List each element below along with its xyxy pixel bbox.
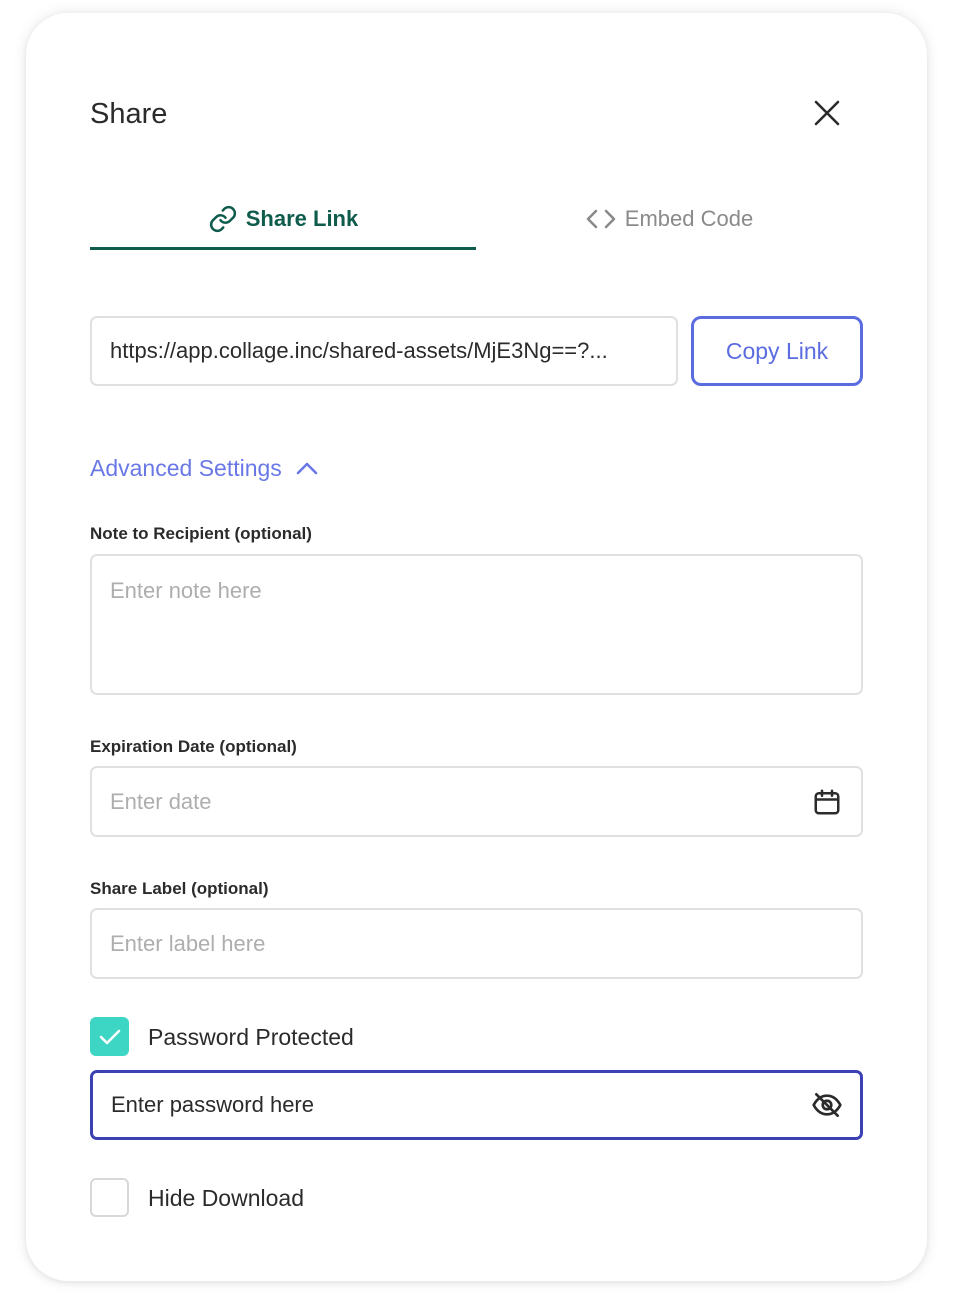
chevron-up-icon <box>296 462 318 475</box>
advanced-settings-toggle[interactable]: Advanced Settings <box>90 450 318 486</box>
share-label-field[interactable]: Enter label here <box>90 908 863 979</box>
calendar-icon <box>814 789 840 814</box>
password-protected-label: Password Protected <box>148 1024 354 1050</box>
tab-embed-code-label: Embed Code <box>624 206 754 231</box>
share-label-label: Share Label (optional) <box>90 879 269 898</box>
expiration-label: Expiration Date (optional) <box>90 737 297 756</box>
password-field[interactable]: Enter password here <box>90 1070 863 1140</box>
tab-share-link[interactable]: Share Link <box>90 190 476 248</box>
active-tab-indicator <box>90 247 476 250</box>
close-icon <box>814 100 840 126</box>
advanced-settings-label: Advanced Settings <box>90 454 282 481</box>
tab-share-link-label: Share Link <box>245 206 359 231</box>
password-protected-checkbox[interactable] <box>90 1017 129 1056</box>
note-textarea[interactable]: Enter note here <box>90 554 863 695</box>
code-icon <box>586 209 616 229</box>
hide-download-label: Hide Download <box>148 1185 304 1211</box>
share-tabs: Share Link Embed Code <box>90 190 862 250</box>
share-label-placeholder: Enter label here <box>110 930 266 956</box>
copy-link-button[interactable]: Copy Link <box>691 316 863 386</box>
share-url-field[interactable]: https://app.collage.inc/shared-assets/Mj… <box>90 316 678 386</box>
hide-download-checkbox[interactable] <box>90 1178 129 1217</box>
checkmark-icon <box>99 1029 120 1044</box>
dialog-title: Share <box>90 98 168 130</box>
password-placeholder: Enter password here <box>111 1092 314 1117</box>
close-button[interactable] <box>808 94 846 132</box>
expiration-date-field[interactable]: Enter date <box>90 766 863 837</box>
toggle-password-visibility-button[interactable] <box>810 1088 844 1122</box>
calendar-button[interactable] <box>811 786 843 818</box>
eye-off-icon <box>812 1093 842 1117</box>
tab-embed-code[interactable]: Embed Code <box>476 190 862 248</box>
link-icon <box>209 205 236 233</box>
note-placeholder: Enter note here <box>110 578 262 603</box>
expiration-placeholder: Enter date <box>110 788 212 814</box>
note-label: Note to Recipient (optional) <box>90 524 312 543</box>
